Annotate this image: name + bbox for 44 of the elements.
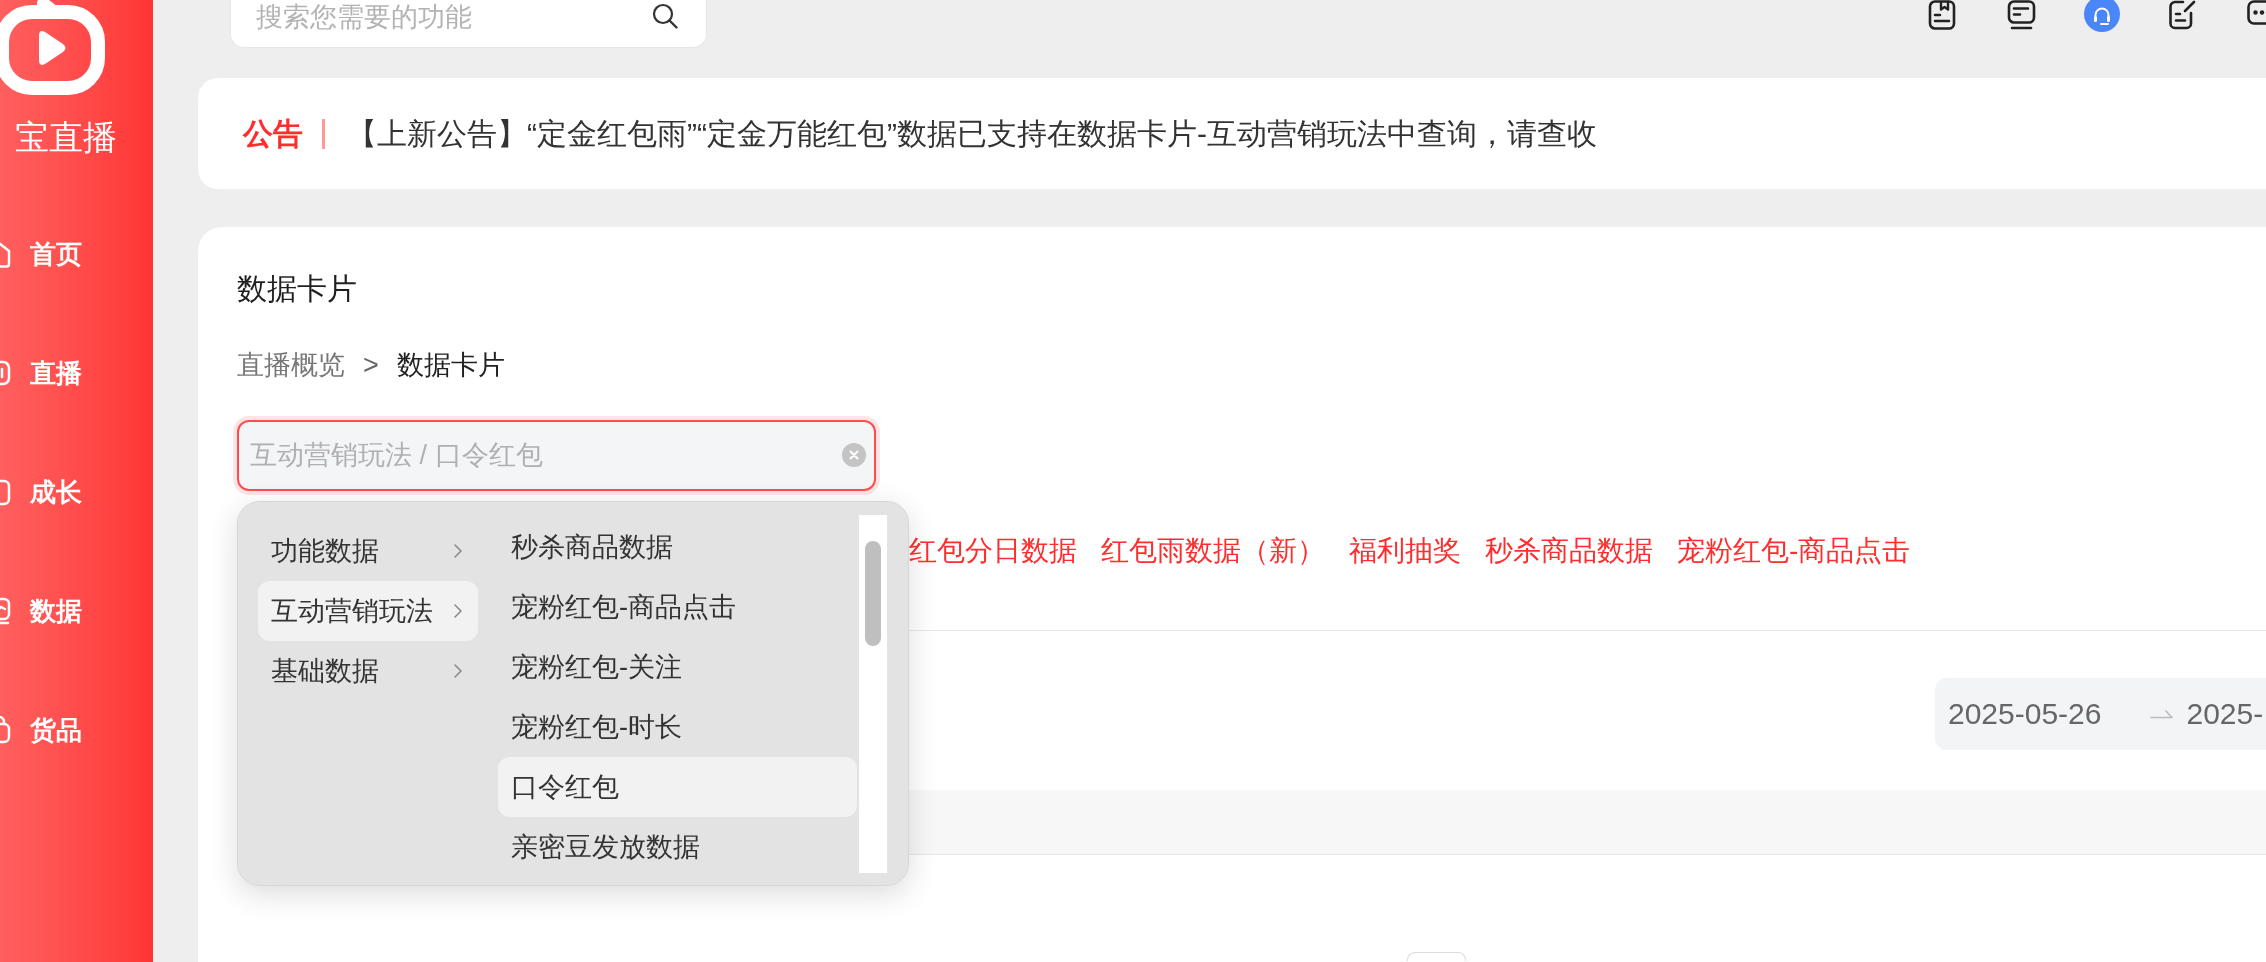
nav-item[interactable]: 成长 bbox=[0, 475, 82, 509]
breadcrumb-link[interactable]: 直播概览 bbox=[237, 348, 345, 382]
document-icon[interactable] bbox=[1928, 0, 1956, 30]
nav-item[interactable]: 直播 bbox=[0, 356, 82, 390]
menu-item[interactable]: 互动营销玩法 bbox=[258, 581, 478, 641]
tag-link[interactable]: 红包雨数据（新） bbox=[1101, 534, 1325, 568]
nav-item[interactable]: 货品 bbox=[0, 713, 82, 747]
nav-item[interactable]: 数据 bbox=[0, 594, 82, 628]
date-range-picker[interactable]: 2025-05-26 2025- bbox=[1935, 678, 2266, 750]
menu-item[interactable]: 基础数据 bbox=[258, 641, 478, 701]
bag-icon bbox=[0, 716, 12, 744]
breadcrumb-separator: > bbox=[363, 349, 379, 382]
cascader-field[interactable]: 互动营销玩法 / 口令红包 bbox=[237, 420, 876, 491]
tag-link[interactable]: 红包分日数据 bbox=[909, 534, 1077, 568]
card-icon bbox=[0, 478, 12, 506]
chevron-icon bbox=[454, 664, 462, 678]
chevron-icon bbox=[454, 604, 462, 618]
logo-icon bbox=[0, 0, 106, 96]
chevron-icon bbox=[454, 544, 462, 558]
monitor-icon[interactable] bbox=[2007, 0, 2036, 30]
notice-label: 公告 bbox=[243, 115, 303, 152]
edit-icon[interactable] bbox=[2168, 0, 2196, 30]
chart-icon bbox=[0, 597, 12, 625]
submenu-item[interactable]: 口令红包 bbox=[498, 757, 857, 817]
tag-link[interactable]: 宠粉红包-商品点击 bbox=[1677, 534, 1911, 568]
submenu-item[interactable]: 秒杀商品数据 bbox=[498, 517, 857, 577]
menu-item[interactable]: 功能数据 bbox=[258, 521, 478, 581]
search-icon[interactable] bbox=[652, 3, 678, 29]
logo-text: 宝直播 bbox=[15, 117, 117, 157]
house-icon bbox=[0, 240, 12, 268]
submenu-item[interactable]: 宠粉红包-时长 bbox=[498, 697, 857, 757]
breadcrumb-current: 数据卡片 bbox=[396, 349, 505, 382]
headset-icon[interactable] bbox=[2084, 0, 2120, 32]
tag-link[interactable]: 福利抽奖 bbox=[1349, 534, 1461, 568]
submenu-item[interactable]: 宠粉红包-关注 bbox=[498, 637, 857, 697]
submenu-item[interactable]: 宠粉红包-商品点击 bbox=[498, 577, 857, 637]
scrollbar-thumb[interactable] bbox=[865, 541, 881, 646]
nav-item[interactable]: 首页 bbox=[0, 237, 82, 271]
search-field[interactable]: 搜索您需要的功能 bbox=[230, 0, 707, 48]
screen-icon bbox=[0, 359, 12, 387]
submenu-item[interactable]: 亲密豆发放数据 bbox=[498, 817, 857, 877]
notice-text: 【上新公告】“定金红包雨”“定金万能红包”数据已支持在数据卡片-互动营销玩法中查询，请查收 bbox=[347, 115, 1597, 152]
card-title: 数据卡片 bbox=[237, 271, 357, 307]
tag-link[interactable]: 秒杀商品数据 bbox=[1485, 534, 1653, 568]
